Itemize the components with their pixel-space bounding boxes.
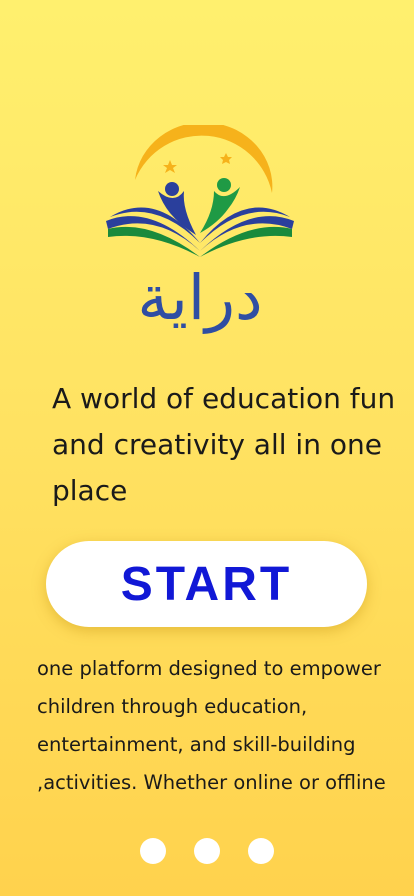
app-logo: دراية <box>100 125 300 340</box>
description-text: one platform designed to empower childre… <box>37 650 397 802</box>
star-icon <box>163 160 177 173</box>
description-line: ,activities. Whether online or offline <box>37 771 386 794</box>
logo-arc <box>135 125 273 193</box>
book-page-right <box>200 226 292 257</box>
figure-head-icon <box>165 182 179 196</box>
start-button[interactable]: START <box>46 541 367 627</box>
page-dot-1[interactable] <box>140 838 166 864</box>
description-line: children through education, <box>37 695 308 718</box>
logo-wordmark: دراية <box>137 261 263 334</box>
description-line: entertainment, and skill-building <box>37 733 356 756</box>
page-dot-3[interactable] <box>248 838 274 864</box>
page-indicator <box>140 838 274 864</box>
description-line: one platform designed to empower <box>37 657 381 680</box>
star-icon <box>220 153 232 164</box>
logo-emblem <box>106 125 294 257</box>
headline-text: A world of education fun and creativity … <box>52 382 396 507</box>
onboarding-screen: دراية A world of education fun and creat… <box>0 0 414 896</box>
figure-head-icon <box>217 178 231 192</box>
page-dot-2[interactable] <box>194 838 220 864</box>
book-page-left <box>108 226 200 257</box>
